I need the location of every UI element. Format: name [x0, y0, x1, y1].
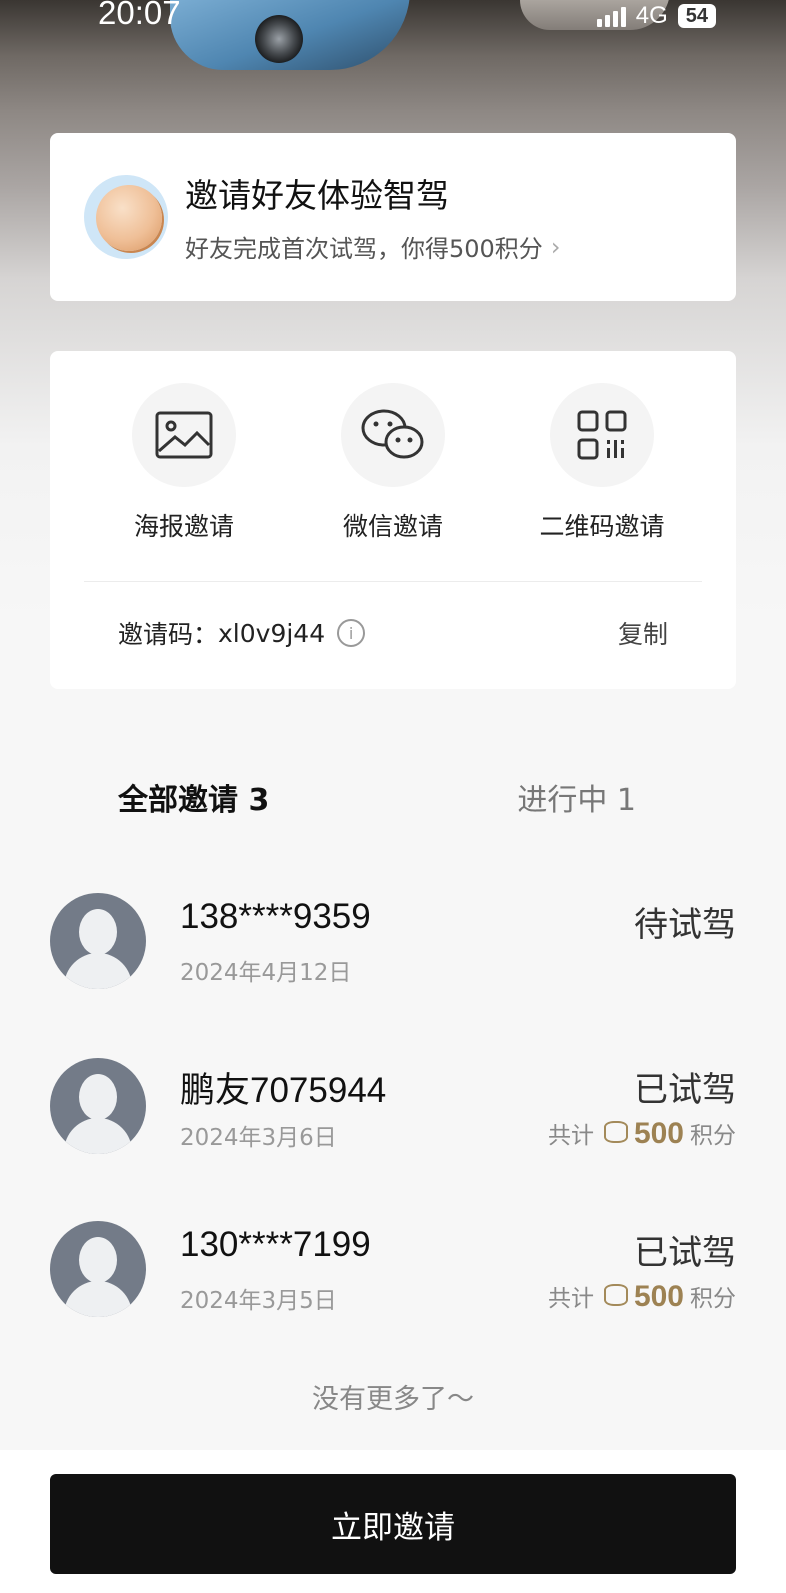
bottom-action-bar: 立即邀请: [0, 1450, 786, 1593]
invitee-name: 130****7199: [180, 1225, 371, 1264]
image-icon: [132, 383, 236, 487]
invite-status: 已试驾: [634, 1233, 736, 1273]
avatar: [50, 1221, 146, 1317]
qrcode-icon: [550, 383, 654, 487]
invite-tabs: 全部邀请 3 进行中 1: [118, 775, 636, 819]
points-earned: 共计 500 积分: [548, 1279, 736, 1314]
status-indicators: 4G 54: [596, 2, 716, 30]
invite-code-value: xl0v9j44: [218, 618, 326, 648]
invitee-name: 138****9359: [180, 897, 371, 936]
invite-status: 已试驾: [634, 1070, 736, 1110]
invite-date: 2024年3月6日: [180, 1125, 337, 1151]
status-time: 20:07: [98, 0, 181, 31]
invite-code-label: 邀请码：: [118, 620, 219, 649]
divider: [84, 581, 702, 582]
tab-all-invites[interactable]: 全部邀请 3: [118, 775, 269, 819]
coin-stack-icon: [603, 1121, 628, 1143]
invite-code-row: 邀请码： xl0v9j44 i 复制: [118, 611, 668, 655]
info-icon[interactable]: i: [337, 619, 366, 647]
points-prefix: 共计: [547, 1286, 594, 1312]
points-suffix: 积分: [690, 1123, 736, 1149]
invitee-name: 鹏友7075944: [180, 1071, 387, 1110]
poster-invite-label: 海报邀请: [133, 512, 234, 541]
list-item[interactable]: 138****9359 2024年4月12日 待试驾: [50, 893, 736, 993]
wechat-icon: [341, 383, 445, 487]
wechat-invite-label: 微信邀请: [342, 512, 443, 541]
promo-title: 邀请好友体验智驾: [185, 176, 449, 215]
copy-button[interactable]: 复制: [618, 615, 668, 651]
points-suffix: 积分: [690, 1286, 736, 1312]
points-earned: 共计 500 积分: [548, 1116, 736, 1151]
points-value: 500: [633, 1280, 684, 1313]
invite-status: 待试驾: [634, 905, 736, 945]
tab-in-progress[interactable]: 进行中 1: [517, 775, 636, 819]
points-prefix: 共计: [547, 1123, 594, 1149]
avatar: [50, 1058, 146, 1154]
poster-invite-button[interactable]: 海报邀请: [84, 383, 284, 543]
status-bar: 20:07 4G 54: [0, 0, 786, 36]
list-item[interactable]: 130****7199 2024年3月5日 已试驾 共计 500 积分: [50, 1221, 736, 1321]
invite-date: 2024年4月12日: [180, 960, 352, 986]
qrcode-invite-button[interactable]: 二维码邀请: [502, 383, 702, 543]
network-type: 4G: [635, 2, 668, 29]
invite-promo-card[interactable]: 邀请好友体验智驾 好友完成首次试驾，你得500积分 ›: [50, 133, 736, 301]
promo-subtitle[interactable]: 好友完成首次试驾，你得500积分 ›: [185, 229, 560, 264]
avatar: [50, 893, 146, 989]
promo-subtitle-text: 好友完成首次试驾，你得500积分: [185, 235, 543, 263]
coin-icon: [84, 175, 168, 259]
points-value: 500: [633, 1117, 684, 1150]
coin-stack-icon: [603, 1284, 628, 1306]
wechat-invite-button[interactable]: 微信邀请: [293, 383, 493, 543]
invite-date: 2024年3月5日: [180, 1288, 337, 1314]
invite-methods-card: 海报邀请 微信邀请 二维码邀请 邀请码： xl0v9j44 i 复制: [50, 351, 736, 689]
list-item[interactable]: 鹏友7075944 2024年3月6日 已试驾 共计 500 积分: [50, 1058, 736, 1158]
signal-icon: [596, 5, 626, 27]
invite-now-button[interactable]: 立即邀请: [50, 1474, 736, 1574]
list-end-text: 没有更多了～: [312, 1384, 474, 1415]
chevron-right-icon: ›: [550, 232, 561, 261]
battery-icon: 54: [677, 4, 716, 28]
qrcode-invite-label: 二维码邀请: [539, 512, 665, 541]
